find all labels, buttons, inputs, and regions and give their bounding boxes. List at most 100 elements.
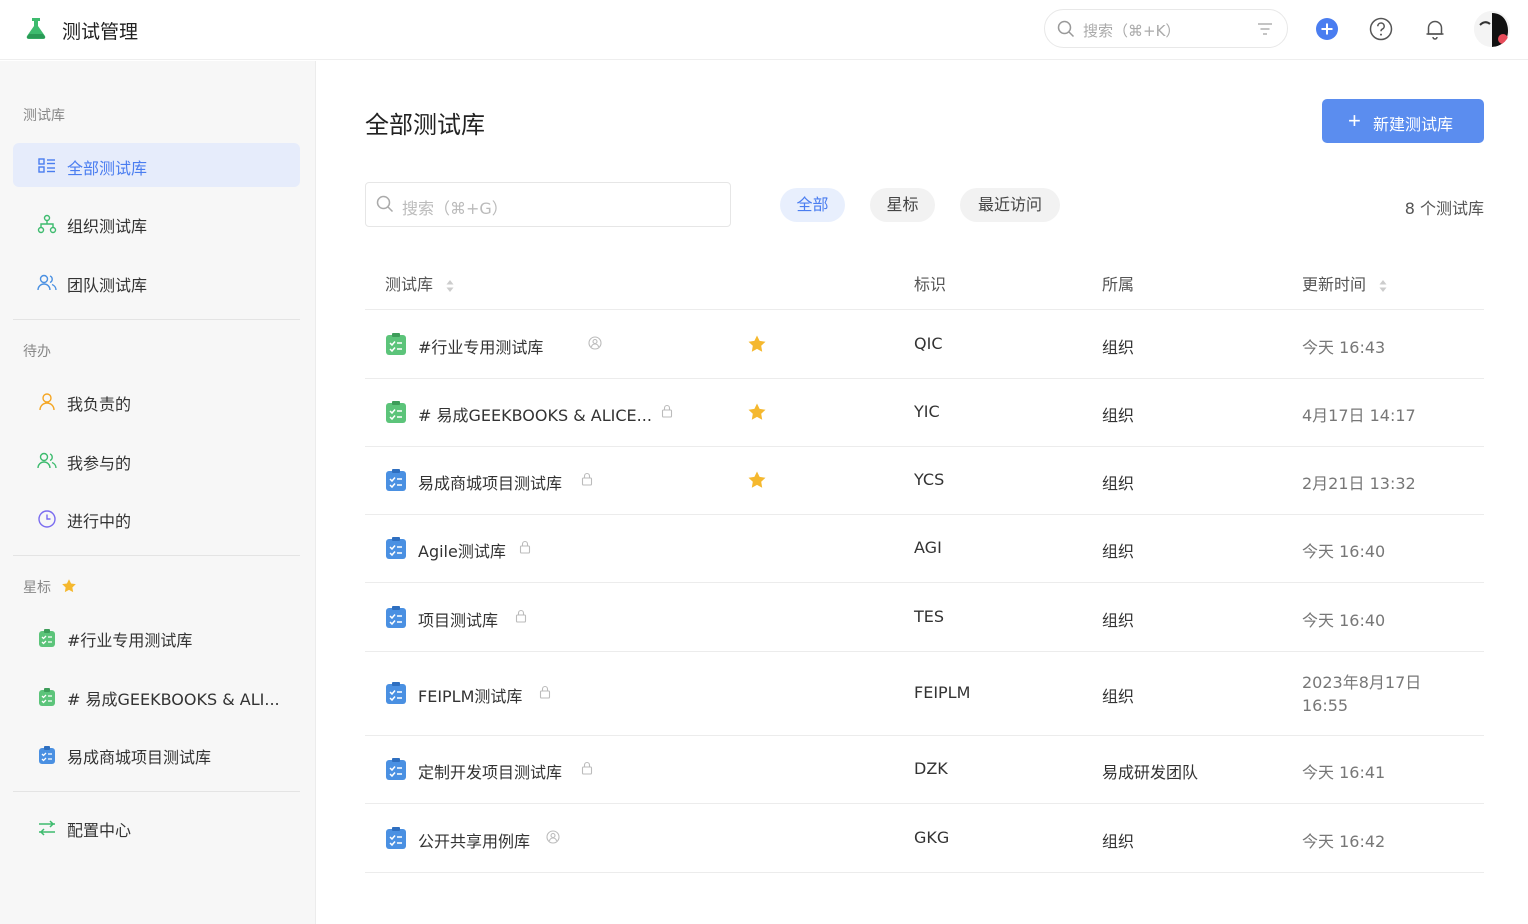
repo-name[interactable]: Agile测试库 xyxy=(418,538,506,562)
row-divider xyxy=(365,582,1484,583)
repo-search-input[interactable]: 搜索（⌘+G） xyxy=(365,182,731,227)
filter-starred[interactable]: 星标 xyxy=(870,188,935,222)
sidebar-divider xyxy=(13,319,300,320)
team-icon xyxy=(37,274,57,291)
sidebar-item-label: 组织测试库 xyxy=(67,217,148,236)
repo-key: QIC xyxy=(914,334,943,353)
row-divider xyxy=(365,378,1484,379)
sidebar-item-participated[interactable]: 我参与的 xyxy=(13,438,300,482)
sidebar-item-label: # 易成GEEKBOOKS & ALI... xyxy=(67,690,280,709)
plus-icon: + xyxy=(1348,108,1361,133)
repo-key: YCS xyxy=(914,470,945,489)
user-circle-icon xyxy=(546,829,560,844)
repo-updated: 今天 16:40 xyxy=(1302,542,1386,561)
repo-key: TES xyxy=(914,606,945,626)
repo-owner: 组织 xyxy=(1102,542,1135,561)
sidebar-item-label: 我负责的 xyxy=(67,395,132,414)
repo-owner: 组织 xyxy=(1102,474,1135,493)
sliders-icon xyxy=(39,820,55,836)
repo-owner: 组织 xyxy=(1102,338,1135,357)
star-icon[interactable] xyxy=(747,334,767,354)
repo-updated: 2月21日 13:32 xyxy=(1302,474,1416,493)
sidebar-item-star-1[interactable]: #行业专用测试库 xyxy=(13,615,300,659)
repo-updated-time: 16:55 xyxy=(1302,696,1349,715)
sort-icon[interactable] xyxy=(446,279,454,293)
sidebar-item-label: #行业专用测试库 xyxy=(67,631,193,650)
repo-key: FEIPLM xyxy=(914,683,971,702)
row-divider xyxy=(365,514,1484,515)
sidebar-item-mine[interactable]: 我负责的 xyxy=(13,379,300,423)
repo-blue-icon xyxy=(386,537,406,559)
main-content: 全部测试库 + 新建测试库 搜索（⌘+G） 全部 星标 最近访问 8 个测试库 … xyxy=(316,61,1528,924)
repo-key: DZK xyxy=(914,759,948,778)
sidebar-item-config[interactable]: 配置中心 xyxy=(13,805,300,849)
top-bar: 测试管理 搜索（⌘+K） xyxy=(0,0,1528,60)
repo-name[interactable]: # 易成GEEKBOOKS & ALICE... xyxy=(418,402,652,426)
filter-icon[interactable] xyxy=(1257,21,1273,37)
repo-updated-date: 2023年8月17日 xyxy=(1302,673,1422,692)
column-header-updated-label: 更新时间 xyxy=(1302,275,1367,294)
repo-name[interactable]: #行业专用测试库 xyxy=(418,334,543,358)
column-header-repo[interactable]: 测试库 xyxy=(385,271,454,295)
sidebar-divider xyxy=(13,555,300,556)
sidebar-item-star-2[interactable]: # 易成GEEKBOOKS & ALI... xyxy=(13,674,300,718)
repo-name[interactable]: 易成商城项目测试库 xyxy=(418,470,562,494)
sidebar-item-all-repos[interactable]: 全部测试库 xyxy=(13,143,300,187)
lock-icon xyxy=(519,540,531,554)
new-repo-button[interactable]: + 新建测试库 xyxy=(1322,99,1484,143)
sidebar-section-star-label: 星标 xyxy=(23,580,51,596)
sidebar-section-todo: 待办 xyxy=(23,344,51,360)
sidebar-item-star-3[interactable]: 易成商城项目测试库 xyxy=(13,732,300,776)
star-icon[interactable] xyxy=(747,470,767,490)
repo-updated: 今天 16:40 xyxy=(1302,610,1386,630)
users-icon xyxy=(37,452,57,469)
sidebar-item-team-repos[interactable]: 团队测试库 xyxy=(13,260,300,304)
filter-all[interactable]: 全部 xyxy=(780,188,845,222)
row-divider xyxy=(365,803,1484,804)
new-repo-button-label: 新建测试库 xyxy=(1373,117,1454,134)
row-divider xyxy=(365,735,1484,736)
repo-blue-icon xyxy=(39,746,55,764)
search-icon xyxy=(1057,20,1075,38)
repo-name[interactable]: 项目测试库 xyxy=(418,607,498,631)
sidebar-item-label: 配置中心 xyxy=(67,821,132,840)
app-logo-icon[interactable] xyxy=(24,16,48,42)
lock-icon xyxy=(581,761,593,775)
repo-owner: 组织 xyxy=(1102,687,1135,706)
repo-key: AGI xyxy=(914,538,942,557)
repo-key: GKG xyxy=(914,827,950,847)
bell-icon[interactable] xyxy=(1422,16,1448,42)
lock-icon xyxy=(581,472,593,486)
repo-blue-icon xyxy=(386,758,406,780)
lock-icon xyxy=(539,685,551,699)
column-header-owner: 所属 xyxy=(1102,275,1135,294)
help-icon[interactable] xyxy=(1368,16,1394,42)
repo-green-icon xyxy=(39,629,55,647)
sidebar-item-org-repos[interactable]: 组织测试库 xyxy=(13,201,300,245)
add-circle-icon[interactable] xyxy=(1314,16,1340,42)
avatar-icon xyxy=(1474,11,1510,47)
global-search-input[interactable]: 搜索（⌘+K） xyxy=(1044,9,1288,48)
filter-recent[interactable]: 最近访问 xyxy=(960,188,1060,222)
sort-icon[interactable] xyxy=(1379,279,1387,293)
user-circle-icon xyxy=(588,336,602,350)
star-icon[interactable] xyxy=(747,402,767,422)
sidebar-divider xyxy=(13,791,300,792)
repo-green-icon xyxy=(386,333,406,355)
row-divider xyxy=(365,446,1484,447)
row-divider xyxy=(365,872,1484,873)
repo-updated: 今天 16:41 xyxy=(1302,763,1386,782)
sidebar-section-repos: 测试库 xyxy=(23,108,65,124)
repo-name[interactable]: FEIPLM测试库 xyxy=(418,683,522,707)
repo-name[interactable]: 公开共享用例库 xyxy=(418,828,530,852)
repo-owner: 组织 xyxy=(1102,406,1135,425)
clock-icon xyxy=(38,510,56,528)
sidebar-item-in-progress[interactable]: 进行中的 xyxy=(13,496,300,540)
app-title: 测试管理 xyxy=(62,21,139,43)
repo-name[interactable]: 定制开发项目测试库 xyxy=(418,759,562,783)
repo-blue-icon xyxy=(386,682,406,704)
column-header-updated[interactable]: 更新时间 xyxy=(1302,271,1387,295)
user-avatar[interactable] xyxy=(1474,11,1510,47)
repo-owner: 易成研发团队 xyxy=(1102,763,1199,782)
user-icon xyxy=(39,393,55,411)
